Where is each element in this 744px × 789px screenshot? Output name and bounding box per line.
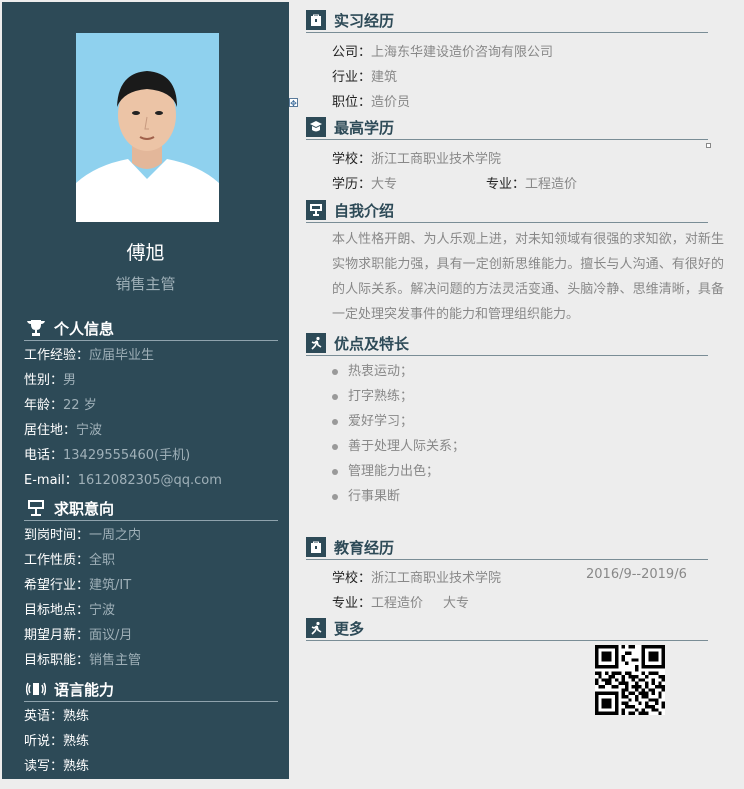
- highest-education-section: 最高学历 学校：浙江工商职业技术学院 学历：大专 专业：工程造价: [306, 115, 708, 195]
- info-row: 工作经验：应届毕业生: [24, 348, 155, 363]
- edu-major-row: 专业：工程造价 大专: [332, 596, 470, 611]
- info-row: 性别：男: [24, 373, 77, 388]
- strengths-list: 热衷运动； 打字熟练； 爱好学习； 善于处理人际关系； 管理能力出色； 行事果断: [332, 359, 465, 509]
- section-title: 教育经历: [334, 538, 395, 557]
- self-intro-section: 自我介绍 本人性格开朗、为人乐观上进，对未知领域有很强的求知欲，对新生实物求职能…: [306, 198, 724, 326]
- bullet-icon: [332, 468, 338, 475]
- education-heading: 教育经历: [306, 535, 708, 560]
- bullet-icon: [332, 418, 338, 425]
- language-heading: 语言能力: [24, 677, 278, 702]
- language-section: 语言能力 英语：熟练 听说：熟练 读写：熟练: [24, 677, 278, 779]
- list-item: 行事果断: [332, 484, 465, 509]
- briefcase-icon: [306, 537, 326, 557]
- job-intent-heading: 求职意向: [24, 496, 278, 521]
- highest-education-heading: 最高学历: [306, 115, 708, 140]
- intent-row: 期望月薪：面议/月: [24, 628, 133, 643]
- info-row: 电话：13429555460(手机): [24, 448, 191, 463]
- section-title: 最高学历: [334, 118, 395, 137]
- more-heading: 更多: [306, 616, 708, 641]
- company-row: 公司：上海东华建设造价咨询有限公司: [332, 45, 554, 60]
- profile-photo: [76, 33, 219, 222]
- info-row: 居住地：宁波: [24, 423, 103, 438]
- internship-heading: 实习经历: [306, 8, 708, 33]
- section-title: 个人信息: [54, 319, 115, 338]
- info-row: 年龄：22 岁: [24, 398, 97, 413]
- section-title: 语言能力: [54, 680, 115, 699]
- list-item: 热衷运动；: [332, 359, 465, 384]
- signpost-icon: [26, 499, 46, 517]
- strengths-section: 优点及特长 热衷运动； 打字熟练； 爱好学习； 善于处理人际关系； 管理能力出色…: [306, 331, 708, 521]
- self-intro-heading: 自我介绍: [306, 198, 708, 223]
- runner-icon: [306, 618, 326, 638]
- qr-code: [595, 645, 665, 715]
- intent-row: 目标地点：宁波: [24, 603, 116, 618]
- runner-icon: [306, 333, 326, 353]
- intent-row: 到岗时间：一周之内: [24, 528, 142, 543]
- degree-row: 学历：大专: [332, 177, 398, 192]
- position-row: 职位：造价员: [332, 95, 411, 110]
- language-row: 英语：熟练: [24, 709, 90, 724]
- section-title: 实习经历: [334, 11, 395, 30]
- intent-row: 工作性质：全职: [24, 553, 116, 568]
- bullet-icon: [332, 443, 338, 450]
- trophy-icon: [26, 319, 46, 337]
- candidate-name: 傅旭: [126, 242, 165, 264]
- bullet-icon: [332, 368, 338, 375]
- intent-row: 目标职能：销售主管: [24, 653, 142, 668]
- section-title: 更多: [334, 619, 365, 638]
- list-item: 管理能力出色；: [332, 459, 465, 484]
- bullet-icon: [332, 393, 338, 400]
- bullet-icon: [332, 493, 338, 500]
- major-row: 专业：工程造价: [486, 177, 578, 192]
- speaker-icon: [26, 680, 46, 698]
- table-anchor-handle[interactable]: ✥: [289, 98, 298, 108]
- section-title: 优点及特长: [334, 334, 410, 353]
- personal-info-heading: 个人信息: [24, 316, 278, 341]
- edu-period: 2016/9--2019/6: [586, 567, 687, 582]
- resume-page: 傅旭 销售主管 个人信息 工作经验：应届毕业生 性别：男 年龄：22 岁 居住地…: [0, 0, 744, 789]
- school-row: 学校：浙江工商职业技术学院: [332, 152, 502, 167]
- candidate-job-title: 销售主管: [115, 275, 176, 293]
- info-row: E-mail：1612082305@qq.com: [24, 473, 222, 488]
- intent-row: 希望行业：建筑/IT: [24, 578, 132, 593]
- list-item: 爱好学习；: [332, 409, 465, 434]
- sidebar: 傅旭 销售主管 个人信息 工作经验：应届毕业生 性别：男 年龄：22 岁 居住地…: [2, 2, 289, 779]
- strengths-heading: 优点及特长: [306, 331, 708, 356]
- graduate-icon: [306, 117, 326, 137]
- more-section: 更多: [306, 616, 708, 646]
- personal-info-section: 个人信息 工作经验：应届毕业生 性别：男 年龄：22 岁 居住地：宁波 电话：1…: [24, 316, 278, 493]
- presentation-icon: [306, 200, 326, 220]
- education-section: 教育经历 学校：浙江工商职业技术学院 2016/9--2019/6 专业：工程造…: [306, 535, 708, 613]
- list-item: 善于处理人际关系；: [332, 434, 465, 459]
- industry-row: 行业：建筑: [332, 70, 398, 85]
- section-title: 求职意向: [54, 499, 115, 518]
- job-intent-section: 求职意向 到岗时间：一周之内 工作性质：全职 希望行业：建筑/IT 目标地点：宁…: [24, 496, 278, 673]
- edu-school-row: 学校：浙江工商职业技术学院: [332, 571, 502, 586]
- section-title: 自我介绍: [334, 201, 395, 220]
- briefcase-icon: [306, 10, 326, 30]
- internship-section: 实习经历 公司：上海东华建设造价咨询有限公司 行业：建筑 职位：造价员: [306, 8, 708, 112]
- self-intro-text: 本人性格开朗、为人乐观上进，对未知领域有很强的求知欲，对新生实物求职能力强，具有…: [332, 232, 724, 322]
- language-row: 听说：熟练: [24, 734, 90, 749]
- language-row: 读写：熟练: [24, 759, 90, 774]
- list-item: 打字熟练；: [332, 384, 465, 409]
